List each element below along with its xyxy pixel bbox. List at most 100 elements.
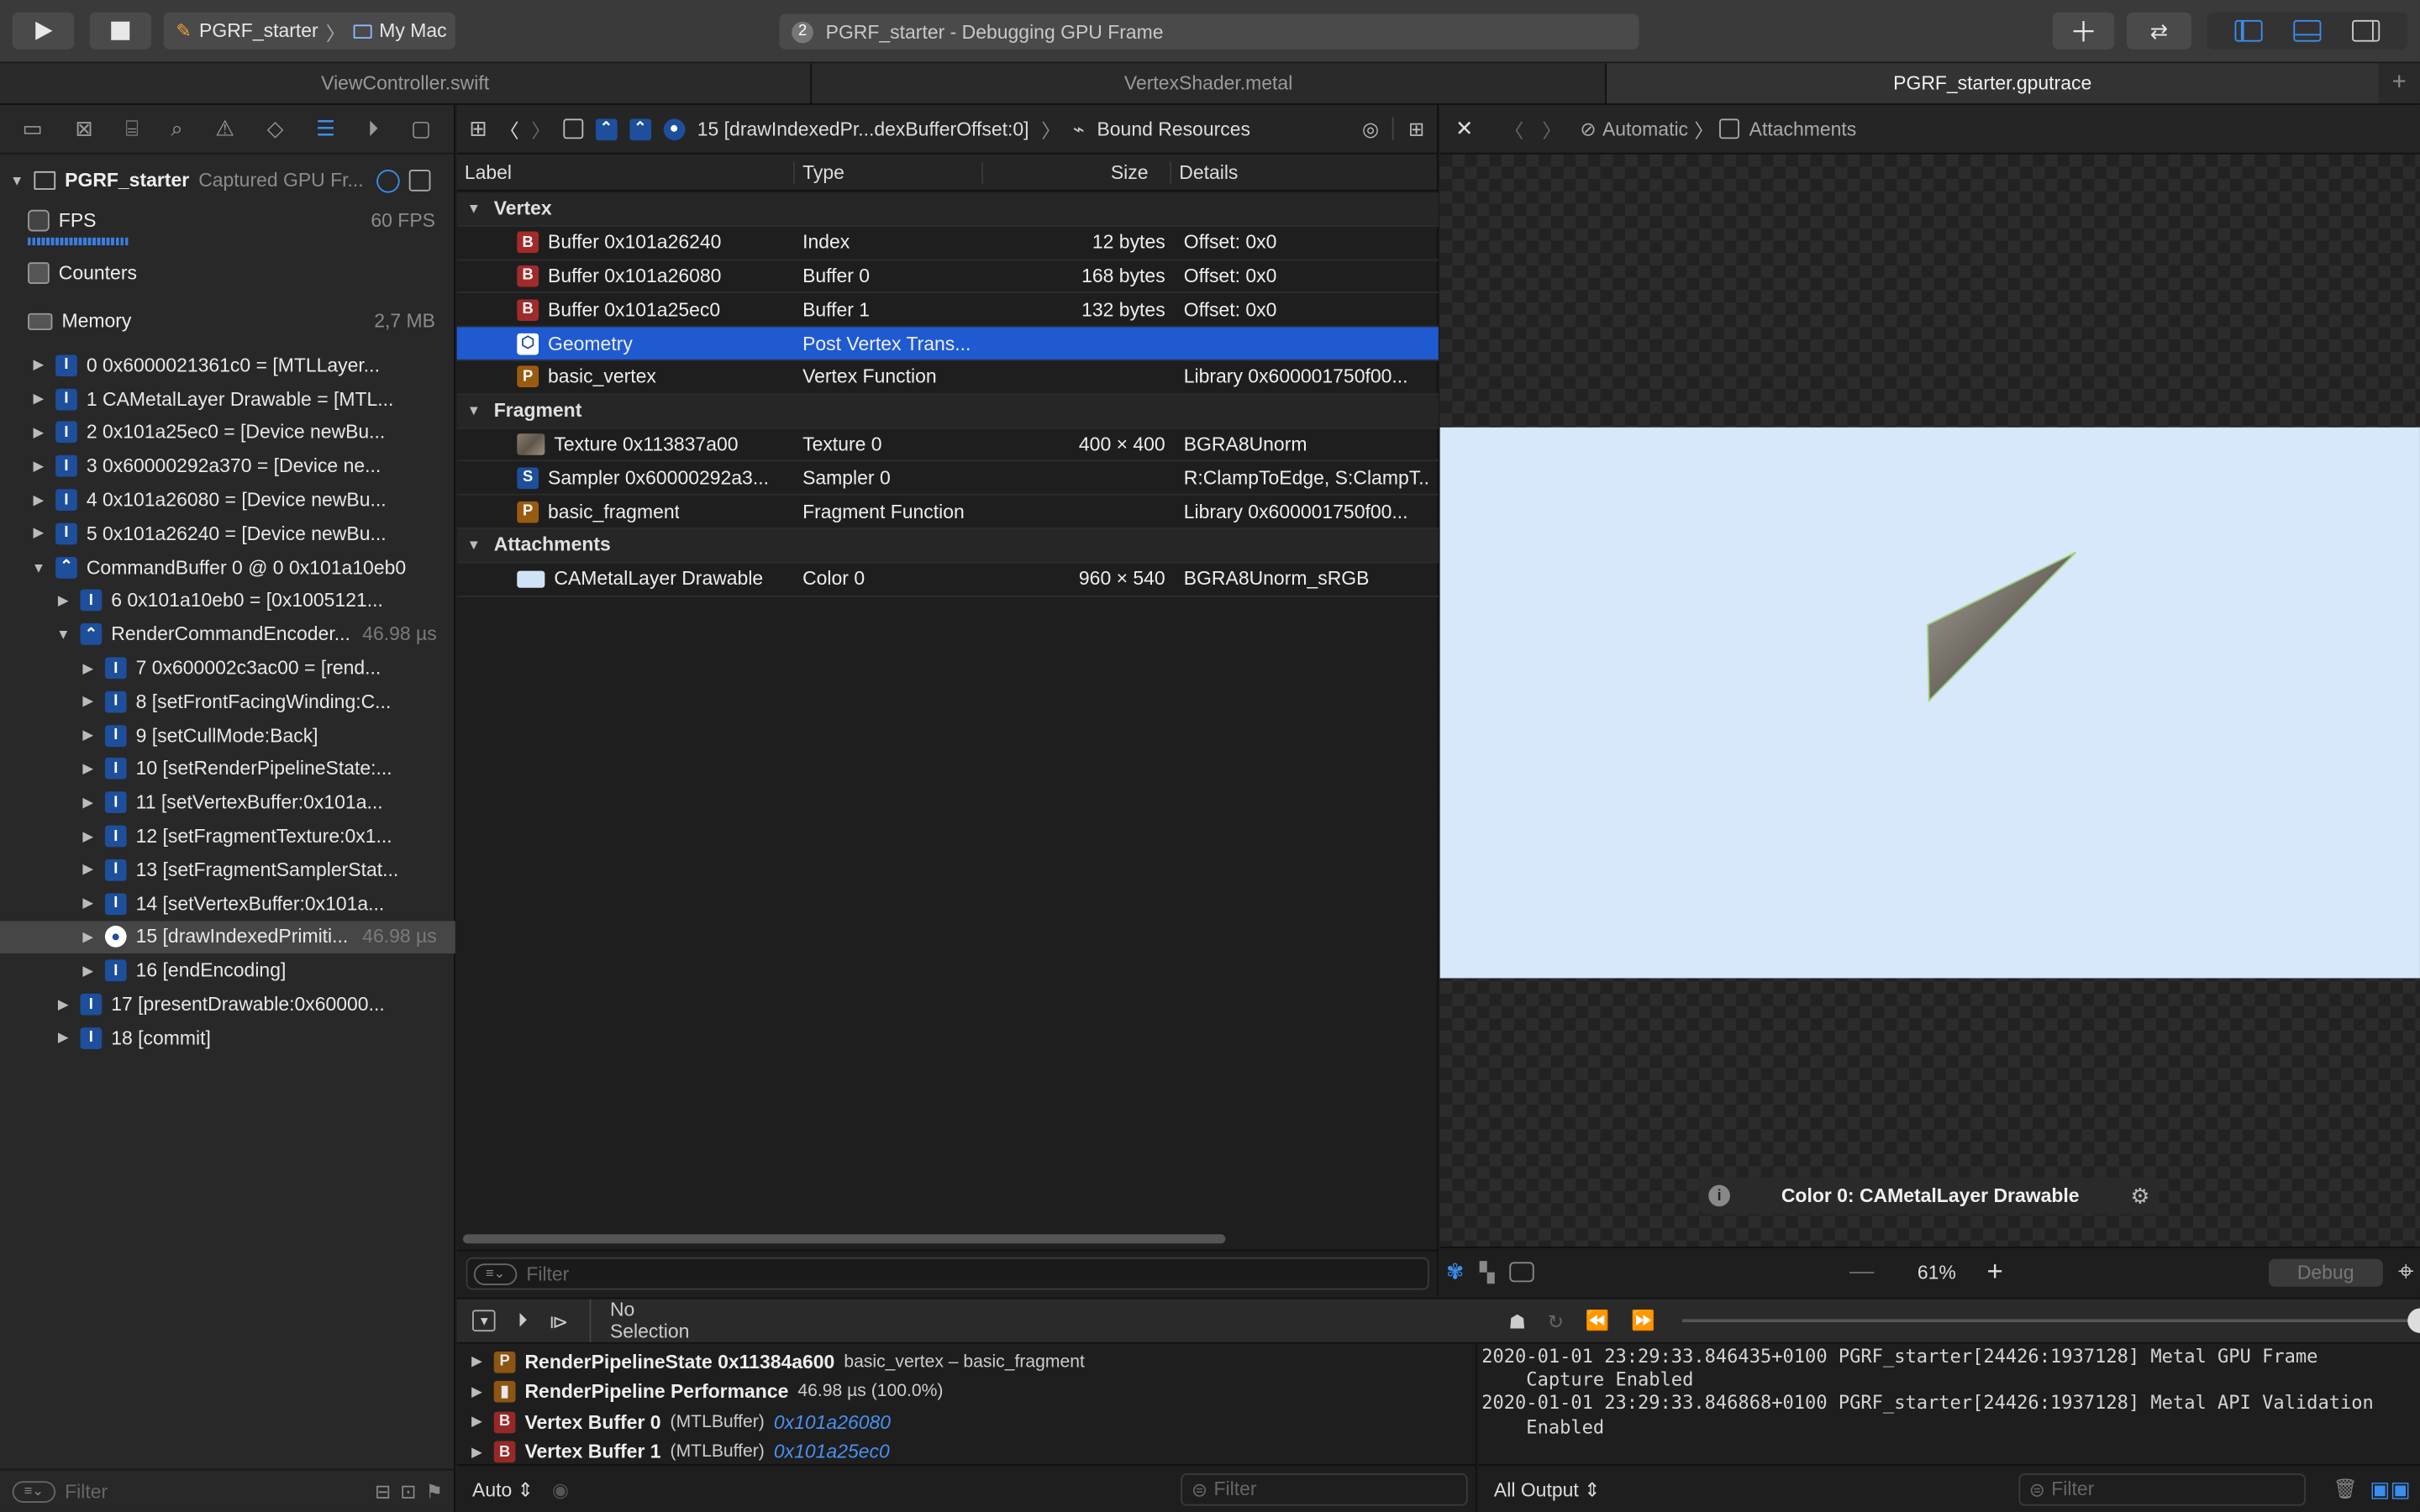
code-review-button[interactable]: ⇄: [2126, 12, 2192, 50]
call-list-item[interactable]: ▼ ⌃ RenderCommandEncoder... 46.98 µs: [0, 617, 455, 651]
fast-forward-icon[interactable]: ⏩: [1631, 1309, 1655, 1332]
trash-icon[interactable]: 🗑: [2333, 1478, 2357, 1501]
inspector-toggle-icon[interactable]: [2352, 19, 2381, 42]
scrubber-knob[interactable]: [2407, 1308, 2420, 1333]
variables-filter-field[interactable]: ⊜ Filter: [1181, 1473, 1468, 1505]
memory-item[interactable]: Memory 2,7 MB: [28, 306, 441, 337]
continue-icon[interactable]: ⧐: [549, 1309, 568, 1332]
bug-icon[interactable]: ☗: [1508, 1309, 1526, 1332]
call-list-item[interactable]: ▶ I 5 0x101a26240 = [Device newBu...: [0, 517, 455, 550]
disclosure-down-icon[interactable]: ▼: [55, 627, 71, 642]
call-list-item[interactable]: ▶ I 11 [setVertexBuffer:0x101a...: [0, 786, 455, 820]
disclosure-right-icon[interactable]: ▶: [469, 1443, 484, 1460]
split-view-icon[interactable]: ▣▣: [2370, 1476, 2411, 1502]
debug-navigator-icon[interactable]: ☰: [316, 116, 335, 142]
zoom-out-button[interactable]: —: [1849, 1258, 1874, 1286]
call-list-item[interactable]: ▶ I 18 [commit]: [0, 1021, 455, 1055]
resource-group[interactable]: ▼ Vertex: [456, 192, 1439, 227]
call-list-item[interactable]: ▶ I 17 [presentDrawable:0x60000...: [0, 988, 455, 1021]
resource-row[interactable]: Texture 0x113837a00 Texture 0 400 × 400 BGR…: [456, 428, 1439, 462]
run-button[interactable]: [12, 12, 75, 50]
column-label[interactable]: Label: [457, 160, 795, 183]
command-buffer-icon[interactable]: ⌃: [595, 118, 618, 140]
channels-icon[interactable]: ✾: [1446, 1259, 1465, 1285]
symbol-navigator-icon[interactable]: ⌸: [125, 116, 138, 142]
disclosure-right-icon[interactable]: ▶: [31, 458, 46, 475]
console-filter-field[interactable]: ⊜ Filter: [2018, 1473, 2306, 1505]
disclosure-right-icon[interactable]: ▶: [81, 727, 96, 743]
output-select[interactable]: All Output ⇕: [1494, 1478, 1600, 1500]
disclosure-right-icon[interactable]: ▶: [469, 1383, 484, 1400]
call-list-item[interactable]: ▶ I 14 [setVertexBuffer:0x101a...: [0, 887, 455, 921]
disclosure-right-icon[interactable]: ▶: [81, 659, 96, 676]
stop-button[interactable]: [89, 12, 151, 50]
disclosure-right-icon[interactable]: ▶: [55, 592, 71, 609]
bound-resources-crumb[interactable]: Bound Resources: [1097, 118, 1250, 140]
variable-row[interactable]: ▶ B Vertex Buffer 1 (MTLBuffer) 0x101a25ec0: [457, 1437, 1477, 1467]
debug-shader-button[interactable]: Debug: [2268, 1257, 2383, 1286]
call-list-item[interactable]: ▼ ⌃ CommandBuffer 0 @ 0 0x101a10eb0: [0, 550, 455, 584]
navigator-filter-input[interactable]: Filter: [65, 1480, 366, 1502]
resource-row[interactable]: Pbasic_fragment Fragment Function Library …: [456, 496, 1439, 529]
disclosure-right-icon[interactable]: ▶: [31, 491, 46, 508]
disclosure-right-icon[interactable]: ▶: [31, 357, 46, 374]
variable-link[interactable]: 0x101a26080: [774, 1411, 891, 1433]
disclosure-right-icon[interactable]: ▶: [81, 693, 96, 710]
automatic-crumb[interactable]: Automatic: [1602, 118, 1688, 140]
disclosure-down-icon[interactable]: ▼: [466, 201, 481, 216]
call-list-item[interactable]: ▶ I 9 [setCullMode:Back]: [0, 719, 455, 753]
variable-row[interactable]: ▶ ▮ RenderPipeline Performance 46.98 µs (10…: [457, 1377, 1477, 1406]
filter-menu-icon[interactable]: ≡⌄: [473, 1263, 518, 1285]
find-navigator-icon[interactable]: ⌕: [171, 116, 182, 142]
flag-icon[interactable]: ⚑: [426, 1479, 444, 1503]
auto-scope-select[interactable]: Auto ⇕: [472, 1478, 534, 1500]
project-navigator-icon[interactable]: ▭: [23, 116, 43, 142]
breakpoint-navigator-icon[interactable]: ⏵: [368, 116, 379, 142]
disclosure-right-icon[interactable]: ▶: [81, 929, 96, 946]
scheme-selector[interactable]: ✎ PGRF_starter 〉 My Mac: [163, 12, 455, 50]
process-small-icon[interactable]: [562, 118, 583, 139]
filter-info-icon[interactable]: ⊡: [400, 1479, 416, 1503]
call-list-item[interactable]: ▶ I 12 [setFragmentTexture:0x1...: [0, 820, 455, 853]
overlap-icon[interactable]: ◎: [1362, 118, 1379, 140]
column-details[interactable]: Details: [1171, 161, 1238, 183]
frame-icon[interactable]: [1509, 1262, 1535, 1283]
disclosure-right-icon[interactable]: ▶: [469, 1353, 484, 1370]
source-control-icon[interactable]: ⊠: [75, 116, 93, 142]
console-filter-input[interactable]: Filter: [2051, 1478, 2094, 1500]
hide-debug-area-icon[interactable]: ▼: [472, 1310, 497, 1332]
call-list-item[interactable]: ▶ ● 15 [drawIndexedPrimiti... 46.98 µs: [0, 920, 455, 954]
disclosure-right-icon[interactable]: ▶: [469, 1413, 484, 1430]
test-navigator-icon[interactable]: ◇: [267, 116, 284, 142]
resource-row[interactable]: CAMetalLayer Drawable Color 0 960 × 540 BGR…: [456, 563, 1439, 597]
film-icon[interactable]: ▚: [1480, 1261, 1495, 1284]
call-list-item[interactable]: ▶ I 4 0x101a26080 = [Device newBu...: [0, 483, 455, 517]
column-size[interactable]: Size: [983, 160, 1172, 183]
horizontal-scrollbar[interactable]: [463, 1234, 1226, 1244]
resource-row[interactable]: Pbasic_vertex Vertex Function Library 0x60…: [456, 361, 1439, 395]
disclosure-right-icon[interactable]: ▶: [81, 963, 96, 979]
disclosure-down-icon[interactable]: ▼: [31, 559, 46, 575]
disclosure-right-icon[interactable]: ▶: [31, 391, 46, 407]
add-tab-button[interactable]: +: [2378, 63, 2420, 103]
resource-filter-input[interactable]: Filter: [526, 1263, 569, 1284]
resource-row[interactable]: ⬡ Geometry Post Vertex Trans...: [456, 327, 1439, 361]
attachments-crumb[interactable]: Attachments: [1749, 118, 1857, 140]
variable-row[interactable]: ▶ P RenderPipelineState 0x11384a600 basic_v…: [457, 1347, 1477, 1376]
resource-row[interactable]: S Sampler 0x60000292a3... Sampler 0 R:Clamp…: [456, 462, 1439, 496]
memory-graph-icon[interactable]: [408, 170, 431, 192]
variable-row[interactable]: ▶ B Vertex Buffer 0 (MTLBuffer) 0x101a26080: [457, 1407, 1477, 1436]
fps-gauge[interactable]: FPS 60 FPS: [28, 209, 441, 253]
navigator-toggle-icon[interactable]: [2234, 19, 2263, 42]
debug-area-toggle-icon[interactable]: [2293, 19, 2322, 42]
call-list-item[interactable]: ▶ I 16 [endEncoding]: [0, 954, 455, 988]
disclosure-right-icon[interactable]: ▶: [81, 794, 96, 811]
disclosure-right-icon[interactable]: ▶: [81, 760, 96, 777]
call-list-item[interactable]: ▶ I 8 [setFrontFacingWinding:C...: [0, 685, 455, 718]
disclosure-down-icon[interactable]: ▼: [9, 173, 24, 188]
eye-icon[interactable]: ◉: [552, 1478, 569, 1500]
breakpoints-icon[interactable]: ⏵: [518, 1309, 528, 1332]
call-list-item[interactable]: ▶ I 2 0x101a25ec0 = [Device newBu...: [0, 416, 455, 449]
resource-row[interactable]: B Buffer 0x101a25ec0 Buffer 1 132 bytes Offs…: [456, 294, 1439, 328]
issue-navigator-icon[interactable]: ⚠: [215, 116, 234, 142]
